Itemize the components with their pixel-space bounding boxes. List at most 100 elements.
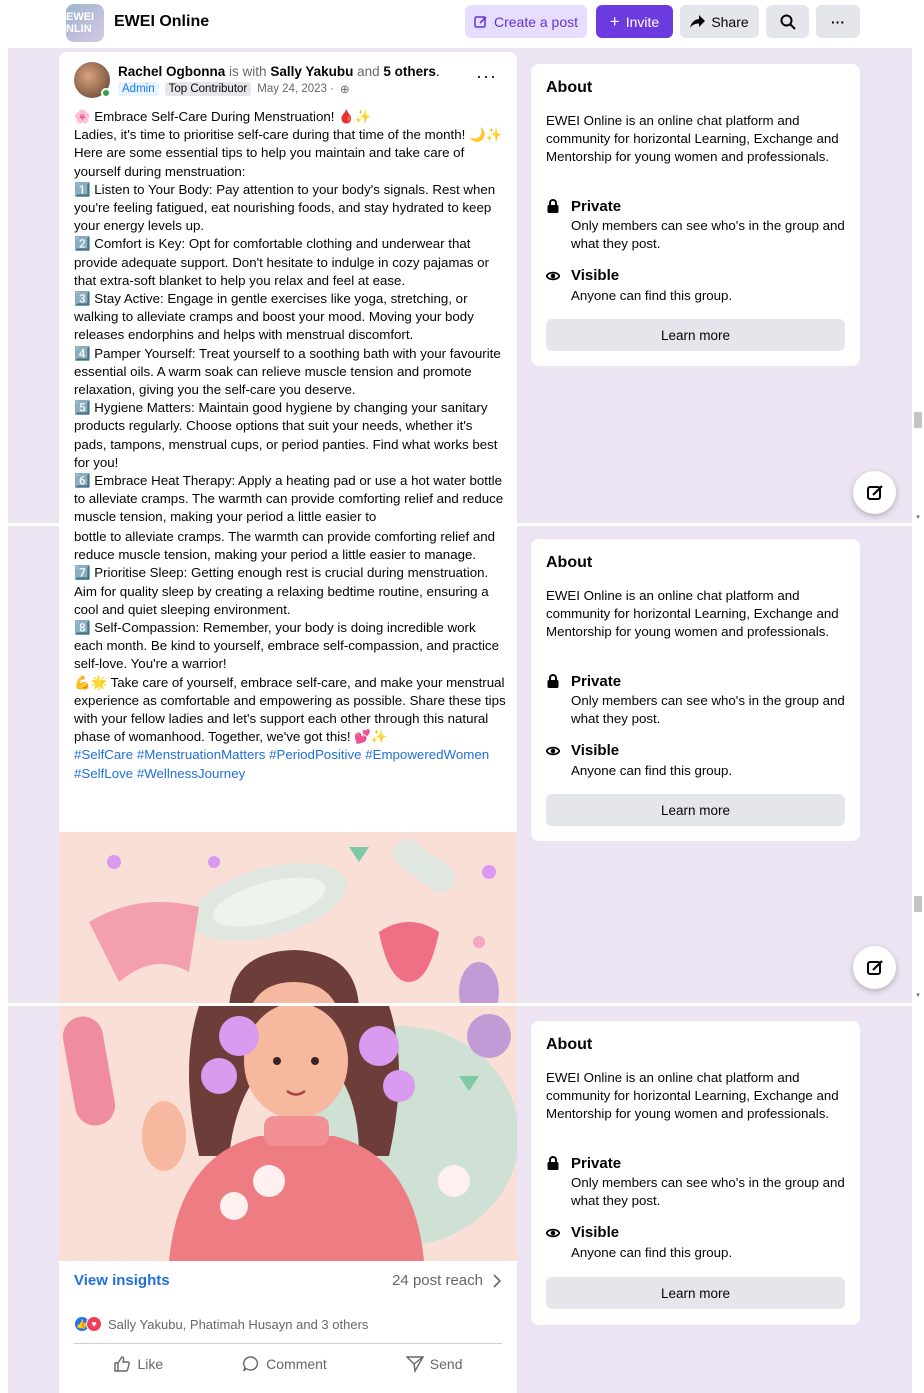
more-button[interactable]: ··· [816,5,860,38]
about-card: About EWEI Online is an online chat plat… [531,539,860,841]
post-meta: Admin Top Contributor May 24, 2023 · ⊕ [118,82,350,96]
eye-icon [546,271,560,281]
globe-icon: ⊕ [339,84,350,96]
post-date[interactable]: May 24, 2023 · [257,83,334,95]
insights-row: View insights 24 post reach [74,1272,502,1289]
post-paragraph: 5️⃣ Hygiene Matters: Maintain good hygie… [74,400,498,470]
about-card: About EWEI Online is an online chat plat… [531,1021,860,1325]
private-subtitle: Only members can see who's in the group … [571,693,845,727]
send-button[interactable]: Send [405,1355,463,1373]
visible-subtitle: Anyone can find this group. [571,1245,733,1260]
invite-button[interactable]: + Invite [596,5,673,38]
eye-icon [546,746,560,756]
group-logo[interactable]: EWEI NLIN [66,4,104,42]
post-paragraph: 💪🌟 Take care of yourself, embrace self-c… [74,674,506,745]
share-arrow-icon [690,15,706,28]
about-description: EWEI Online is an online chat platform a… [546,588,839,640]
scroll-down-icon[interactable]: ▾ [914,992,922,1000]
create-post-button[interactable]: Create a post [465,5,587,38]
visible-title: Visible [571,742,620,759]
reactions-row[interactable]: 👍 ♥ Sally Yakubu, Phatimah Husayn and 3 … [74,1316,368,1332]
admin-badge: Admin [118,82,159,96]
screenshot-panel-3: View insights 24 post reach 👍 ♥ Sally Ya… [0,1006,924,1393]
left-edge [0,526,8,1003]
group-header: EWEI NLIN EWEI Online Create a post + In… [8,0,912,48]
post-paragraph: 1️⃣ Listen to Your Body: Pay attention t… [74,181,496,234]
tagged-others[interactable]: 5 others [383,64,436,79]
author-name[interactable]: Rachel Ogbonna [118,64,225,79]
post-image[interactable] [59,832,517,1003]
compose-button[interactable] [853,471,896,514]
post-menu-button[interactable]: ··· [476,66,497,87]
online-status-dot [101,88,111,98]
about-title: About [546,1036,593,1053]
screenshot-panel-2: ▾ bottle to alleviate cramps. The warmth… [0,526,924,1003]
send-label: Send [429,1355,463,1372]
group-logo-text: EWEI NLIN [66,11,95,35]
left-edge [0,1006,8,1393]
scrollbar-thumb[interactable] [914,896,922,912]
private-subtitle: Only members can see who's in the group … [571,1175,845,1209]
post-image[interactable] [59,1006,517,1261]
group-name[interactable]: EWEI Online [114,13,209,31]
with-text: is with [229,64,267,79]
post-body: 🌸 Embrace Self-Care During Menstruation!… [74,108,506,524]
post-card: Rachel Ogbonna is with Sally Yakubu and … [59,52,517,524]
compose-button[interactable] [853,946,896,989]
learn-more-button[interactable]: Learn more [546,319,845,351]
scrollbar-track[interactable]: ▾ [912,526,924,1003]
create-post-label: Create a post [493,13,579,30]
post-paragraph: bottle to alleviate cramps. The warmth c… [74,529,496,563]
post-reach[interactable]: 24 post reach [392,1272,502,1289]
screenshot-panel-1: ▾ EWEI NLIN EWEI Online Create a post + … [0,0,924,524]
post-hashtags[interactable]: #SelfCare #MenstruationMatters #PeriodPo… [74,746,506,782]
edit-icon [474,15,487,28]
visible-subtitle: Anyone can find this group. [571,288,733,303]
like-label: Like [137,1355,164,1372]
private-title: Private [571,673,622,690]
about-description: EWEI Online is an online chat platform a… [546,1070,839,1122]
private-title: Private [571,1155,622,1172]
visible-title: Visible [571,1224,620,1241]
thumbs-up-icon [114,1355,131,1372]
comment-icon [243,1355,259,1371]
love-reaction-icon: ♥ [86,1316,102,1332]
share-button[interactable]: Share [680,5,759,38]
like-button[interactable]: Like [113,1355,163,1373]
about-card: About EWEI Online is an online chat plat… [531,64,860,366]
post-card-continued: bottle to alleviate cramps. The warmth c… [59,526,517,1003]
tagged-person[interactable]: Sally Yakubu [270,64,353,79]
learn-more-button[interactable]: Learn more [546,794,845,826]
post-author-line: Rachel Ogbonna is with Sally Yakubu and … [118,64,440,79]
send-icon [405,1355,424,1373]
reactions-text: Sally Yakubu, Phatimah Husayn and 3 othe… [108,1316,369,1332]
post-paragraph: 7️⃣ Prioritise Sleep: Getting enough res… [74,565,489,617]
top-contributor-badge: Top Contributor [164,82,252,96]
lock-icon [547,674,559,688]
search-button[interactable] [766,5,809,38]
post-body-continued: bottle to alleviate cramps. The warmth c… [74,528,506,783]
post-paragraph: 3️⃣ Stay Active: Engage in gentle exerci… [74,291,474,343]
visible-subtitle: Anyone can find this group. [571,763,733,778]
compose-icon [866,959,883,975]
private-subtitle: Only members can see who's in the group … [571,218,845,252]
post-paragraph: 4️⃣ Pamper Yourself: Treat yourself to a… [74,345,501,398]
more-icon: ··· [831,13,845,30]
about-description: EWEI Online is an online chat platform a… [546,113,839,165]
chevron-right-icon [493,1273,502,1288]
scrollbar-track[interactable] [912,1006,924,1393]
comment-button[interactable]: Comment [242,1355,327,1373]
post-paragraph: 8️⃣ Self-Compassion: Remember, your body… [74,620,499,672]
post-paragraph: Ladies, it's time to prioritise self-car… [74,127,503,179]
scroll-down-icon[interactable]: ▾ [914,514,922,522]
view-insights-link[interactable]: View insights [74,1272,170,1289]
period-illustration-top [59,832,517,1003]
private-title: Private [571,198,622,215]
scrollbar-thumb[interactable] [914,412,922,428]
post-paragraph: 🌸 Embrace Self-Care During Menstruation!… [74,109,372,124]
period-illustration-bottom [59,1006,517,1261]
plus-icon: + [609,11,620,31]
lock-icon [547,199,559,213]
scrollbar-track[interactable]: ▾ [912,0,924,524]
learn-more-button[interactable]: Learn more [546,1277,845,1309]
